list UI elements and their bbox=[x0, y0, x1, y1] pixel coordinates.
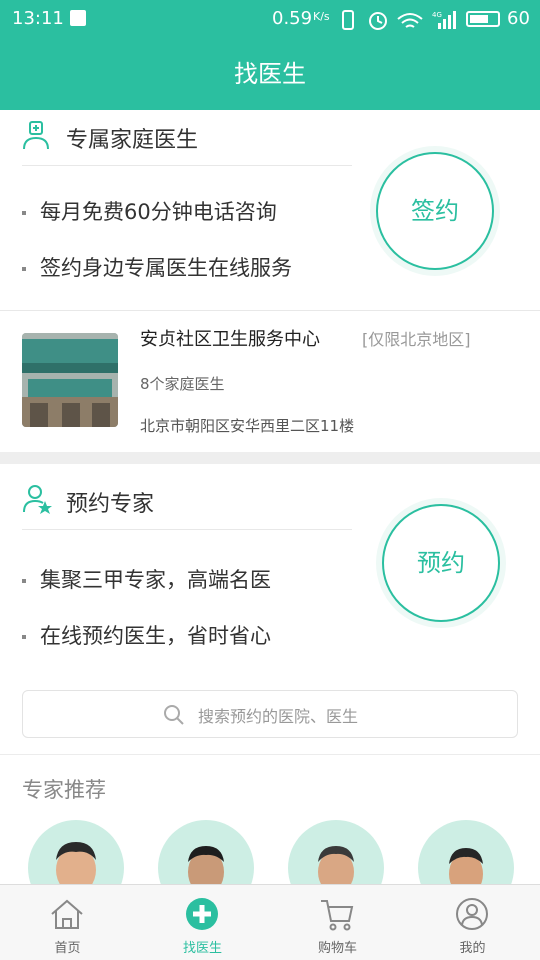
doctor-icon bbox=[23, 121, 49, 150]
expert-icon bbox=[23, 485, 52, 514]
family-doctor-feature: 每月免费60分钟电话咨询 bbox=[22, 196, 277, 226]
family-doctor-title: 专属家庭医生 bbox=[66, 128, 199, 153]
sign-up-button[interactable]: 签约 bbox=[376, 152, 494, 270]
network-type: 4G bbox=[432, 11, 442, 19]
recommend-title: 专家推荐 bbox=[22, 778, 106, 802]
status-bar: 13:11 0.59 K/s 4G 60 bbox=[0, 0, 540, 38]
bottom-tab-bar: 首页 找医生 购物车 我的 bbox=[0, 884, 540, 960]
family-doctor-header: 专属家庭医生 bbox=[22, 110, 352, 166]
status-time: 13:11 bbox=[12, 8, 64, 29]
tab-cart[interactable]: 购物车 bbox=[270, 885, 405, 960]
expert-feature: 集聚三甲专家，高端名医 bbox=[22, 564, 271, 594]
family-doctor-card: 专属家庭医生 每月免费60分钟电话咨询 签约身边专属医生在线服务 签约 bbox=[0, 110, 540, 310]
tab-label: 购物车 bbox=[317, 941, 357, 956]
expert-title: 预约专家 bbox=[66, 492, 155, 517]
home-icon bbox=[51, 899, 83, 929]
expert-card: 预约专家 集聚三甲专家，高端名医 在线预约医生，省时省心 预约 搜索预约的医院、… bbox=[0, 464, 540, 916]
notification-icon bbox=[70, 10, 86, 26]
cart-icon bbox=[321, 900, 354, 931]
network-speed: 0.59 bbox=[272, 8, 313, 29]
tab-label: 找医生 bbox=[182, 941, 222, 956]
appointment-button[interactable]: 预约 bbox=[382, 504, 500, 622]
center-address: 北京市朝阳区安华西里二区11楼 bbox=[140, 417, 355, 435]
center-photo bbox=[22, 333, 118, 427]
search-placeholder: 搜索预约的医院、医生 bbox=[198, 707, 359, 726]
tab-label: 我的 bbox=[459, 941, 486, 956]
battery-level: 60 bbox=[507, 8, 530, 29]
expert-feature: 在线预约医生，省时省心 bbox=[22, 620, 271, 650]
page-title: 找医生 bbox=[0, 38, 540, 110]
divider bbox=[0, 754, 540, 755]
community-center-card[interactable]: 安贞社区卫生服务中心 [仅限北京地区] 8个家庭医生 北京市朝阳区安华西里二区1… bbox=[0, 310, 540, 452]
search-input[interactable]: 搜索预约的医院、医生 bbox=[22, 690, 518, 738]
tab-label: 首页 bbox=[54, 941, 81, 956]
doctor-count: 8个家庭医生 bbox=[140, 375, 225, 393]
expert-header: 预约专家 bbox=[22, 474, 352, 530]
profile-icon bbox=[456, 898, 488, 930]
tab-find-doctor[interactable]: 找医生 bbox=[135, 885, 270, 960]
center-name: 安贞社区卫生服务中心 bbox=[140, 329, 320, 350]
tab-home[interactable]: 首页 bbox=[0, 885, 135, 960]
search-icon bbox=[164, 705, 184, 725]
family-doctor-feature: 签约身边专属医生在线服务 bbox=[22, 252, 292, 282]
tab-profile[interactable]: 我的 bbox=[405, 885, 540, 960]
plus-cross-icon bbox=[186, 898, 218, 930]
status-icons: 4G bbox=[342, 10, 456, 30]
battery-icon bbox=[466, 11, 500, 27]
region-tag: [仅限北京地区] bbox=[362, 330, 471, 349]
network-speed-unit: K/s bbox=[313, 10, 330, 23]
